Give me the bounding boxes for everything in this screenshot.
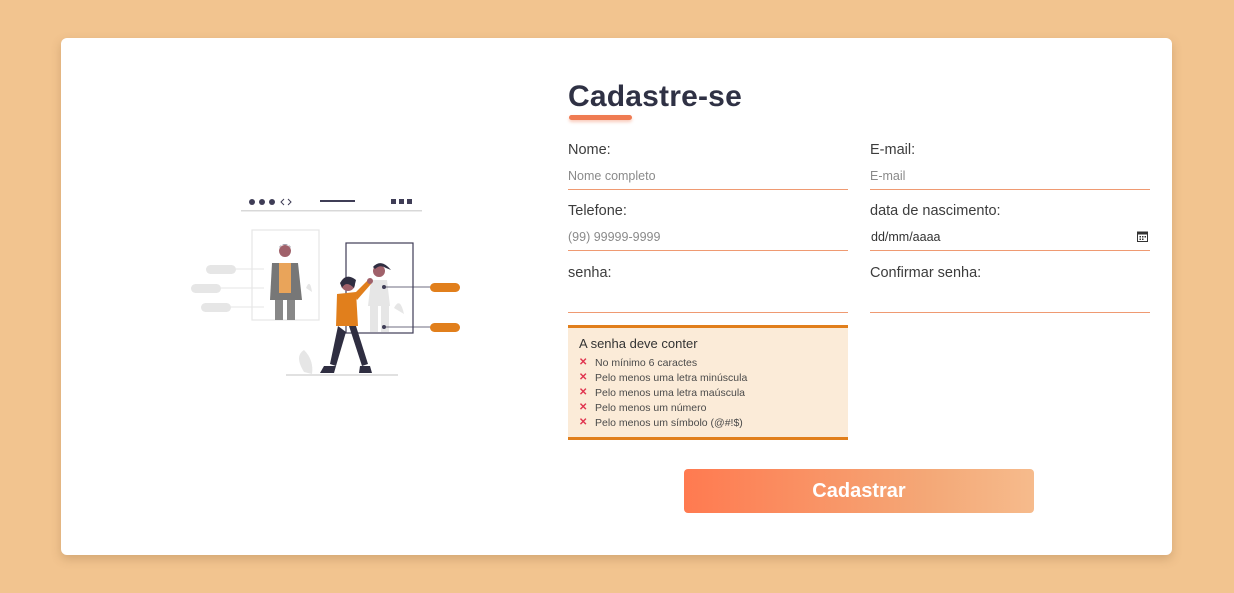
password-rule-text: Pelo menos um número [595, 401, 707, 414]
nome-input[interactable] [568, 166, 848, 190]
password-rule: ✕ Pelo menos uma letra minúscula [579, 370, 837, 385]
email-input[interactable] [870, 166, 1150, 190]
password-rules-box: A senha deve conter ✕ No mínimo 6 caract… [568, 325, 848, 440]
x-mark-icon: ✕ [579, 372, 588, 383]
cadastrar-button[interactable]: Cadastrar [684, 469, 1034, 513]
confirmar-senha-label: Confirmar senha: [870, 265, 982, 281]
password-rule: ✕ No mínimo 6 caractes [579, 355, 837, 370]
password-rule: ✕ Pelo menos um símbolo (@#!$) [579, 415, 837, 430]
x-mark-icon: ✕ [579, 417, 588, 428]
password-rule-text: No mínimo 6 caractes [595, 356, 698, 369]
confirmar-senha-field-group: Confirmar senha: [870, 265, 1150, 313]
x-mark-icon: ✕ [579, 387, 588, 398]
telefone-label: Telefone: [568, 203, 627, 219]
nascimento-label: data de nascimento: [870, 203, 1001, 219]
title-underline [569, 115, 632, 120]
email-field-group: E-mail: [870, 142, 1150, 190]
signup-illustration [191, 198, 460, 376]
senha-label: senha: [568, 265, 612, 281]
telefone-input[interactable] [568, 227, 848, 251]
telefone-field-group: Telefone: [568, 203, 848, 251]
page-title: Cadastre-se [568, 80, 742, 113]
browser-bar [241, 198, 422, 212]
date-format-text: dd/mm/aaaa [871, 230, 941, 244]
x-mark-icon: ✕ [579, 402, 588, 413]
calendar-icon[interactable] [1137, 231, 1148, 242]
senha-input[interactable] [568, 289, 848, 313]
password-rule: ✕ Pelo menos uma letra maúscula [579, 385, 837, 400]
nome-label: Nome: [568, 142, 611, 158]
nome-field-group: Nome: [568, 142, 848, 190]
password-rule-text: Pelo menos um símbolo (@#!$) [595, 416, 743, 429]
password-rule: ✕ Pelo menos um número [579, 400, 837, 415]
password-rule-text: Pelo menos uma letra minúscula [595, 371, 748, 384]
email-label: E-mail: [870, 142, 916, 158]
nascimento-field-group: data de nascimento: dd/mm/aaaa [870, 203, 1150, 251]
senha-field-group: senha: [568, 265, 848, 313]
confirmar-senha-input[interactable] [870, 289, 1150, 313]
signup-card: Cadastre-se Nome: E-mail: Telefone: data… [61, 38, 1172, 555]
password-rules-title: A senha deve conter [579, 336, 698, 351]
x-mark-icon: ✕ [579, 357, 588, 368]
nascimento-date-input[interactable]: dd/mm/aaaa [870, 227, 1150, 251]
password-rule-text: Pelo menos uma letra maúscula [595, 386, 745, 399]
